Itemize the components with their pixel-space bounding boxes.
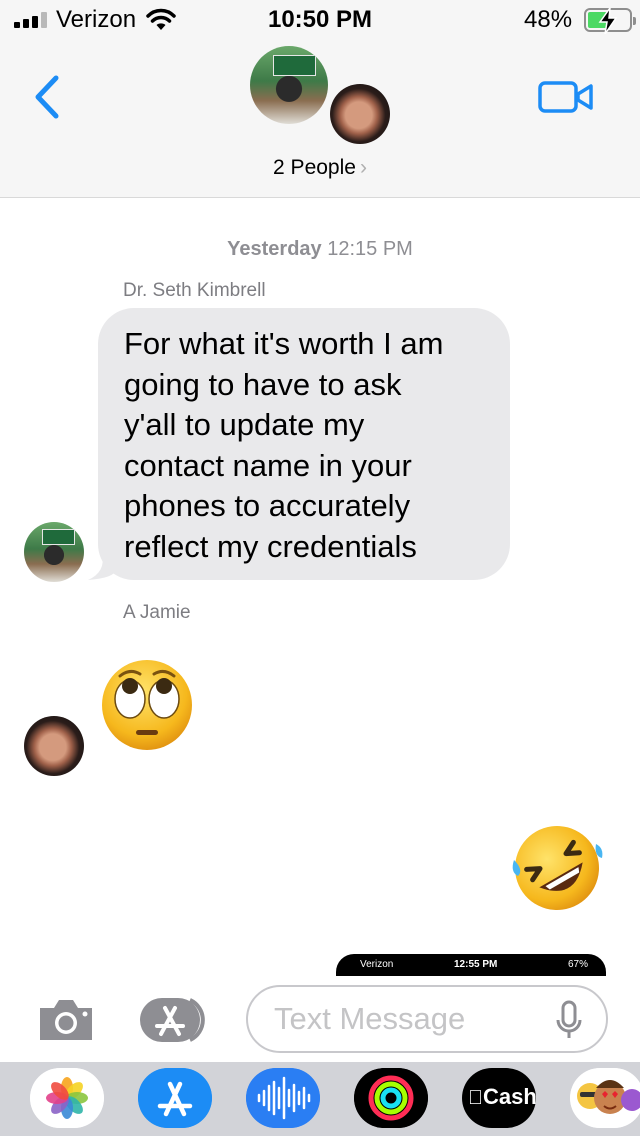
rolling-eyes-emoji-icon[interactable] [100, 658, 194, 752]
battery-percentage: 48% [524, 6, 573, 33]
chevron-right-icon: › [359, 156, 367, 179]
memoji-icon[interactable] [570, 1068, 640, 1128]
cut-carrier: Verizon [360, 959, 394, 970]
message-line: For what it's worth I am [124, 326, 444, 361]
app-store-icon[interactable] [138, 1068, 212, 1128]
group-avatar-jamie[interactable] [330, 84, 390, 144]
back-button[interactable] [30, 74, 64, 120]
sender-avatar-jamie[interactable] [24, 716, 84, 776]
message-line: going to have to ask [124, 366, 402, 402]
charging-bolt-icon [598, 8, 618, 34]
apple-cash-icon[interactable]: Cash [462, 1068, 537, 1128]
status-bar: Verizon 10:50 PM 48% [0, 0, 640, 40]
message-line: y'all to update my [124, 407, 365, 443]
dictation-microphone-icon[interactable] [554, 1000, 584, 1040]
camera-button[interactable] [36, 996, 96, 1044]
message-line: contact name in your [124, 447, 412, 483]
message-line: phones to accurately [124, 488, 411, 524]
sender-name: Dr. Seth Kimbrell [123, 280, 266, 301]
battery-icon [584, 8, 636, 34]
people-details-link[interactable]: 2 People › [0, 156, 640, 180]
timestamp-time: 12:15 PM [327, 238, 413, 260]
sender-name: A Jamie [123, 602, 191, 623]
people-count-label: 2 People [273, 156, 356, 179]
conversation-header: Verizon 10:50 PM 48% 2 People › [0, 0, 640, 198]
timestamp-day: Yesterday [227, 238, 322, 260]
message-line: reflect my credentials [124, 528, 417, 564]
message-timestamp: Yesterday 12:15 PM [0, 238, 640, 261]
rofl-emoji-icon[interactable] [508, 820, 606, 912]
activity-icon[interactable] [354, 1068, 428, 1128]
app-store-button[interactable] [138, 996, 212, 1044]
text-message-input[interactable] [274, 999, 554, 1039]
facetime-video-button[interactable] [538, 80, 594, 114]
group-avatar-seth[interactable] [250, 46, 328, 124]
sender-avatar-seth[interactable] [24, 522, 84, 582]
partial-screenshot-image[interactable]: Verizon 12:55 PM 67% [336, 954, 606, 976]
apple-cash-label: Cash [468, 1084, 537, 1109]
cut-battery: 67% [568, 959, 589, 970]
message-bubble[interactable]: For what it's worth I am going to have t… [98, 308, 510, 580]
audio-message-icon[interactable] [246, 1068, 320, 1128]
cut-time: 12:55 PM [454, 959, 498, 970]
photos-icon[interactable] [30, 1068, 104, 1128]
